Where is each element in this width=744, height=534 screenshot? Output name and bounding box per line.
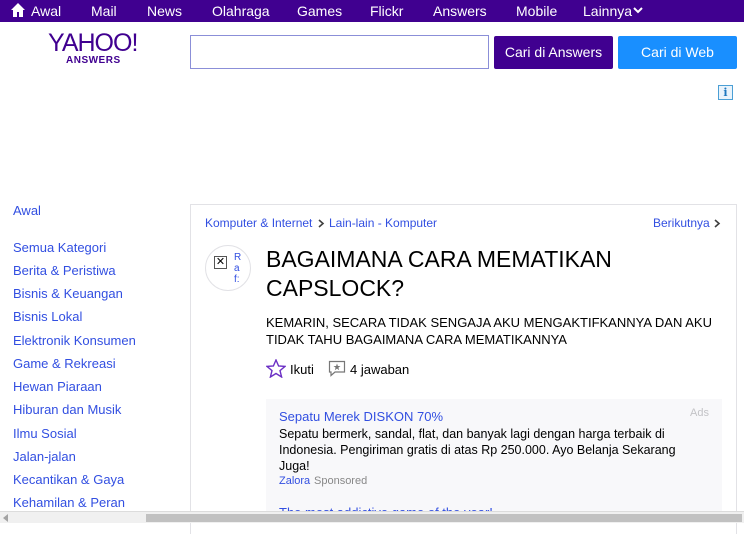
nav-item-answers[interactable]: Answers [433, 3, 487, 19]
asker-avatar[interactable]: ✕ Raf: [205, 245, 251, 291]
sidebar-item-ilmu-sosial[interactable]: Ilmu Sosial [13, 426, 77, 441]
breadcrumb-category[interactable]: Komputer & Internet [205, 216, 312, 231]
star-outline-icon [266, 359, 286, 378]
ad-source-link[interactable]: Zalora [279, 475, 310, 487]
follow-label: Ikuti [290, 362, 314, 377]
nav-item-flickr[interactable]: Flickr [370, 3, 403, 19]
sidebar-item-kecantikan[interactable]: Kecantikan & Gaya [13, 472, 124, 487]
sidebar-item-hiburan[interactable]: Hiburan dan Musik [13, 402, 121, 417]
sidebar-item-bisnis-lokal[interactable]: Bisnis Lokal [13, 309, 82, 324]
sidebar-item-berita[interactable]: Berita & Peristiwa [13, 263, 116, 278]
scrollbar-thumb[interactable] [146, 514, 742, 522]
avatar-alt-text: Raf: [234, 252, 242, 285]
home-icon [11, 3, 25, 17]
horizontal-scrollbar[interactable] [0, 511, 744, 523]
nav-item-games[interactable]: Games [297, 3, 342, 19]
ad-title-link[interactable]: Sepatu Merek DISKON 70% [279, 409, 443, 424]
answers-count-label: 4 jawaban [350, 362, 410, 377]
search-answers-button[interactable]: Cari di Answers [494, 36, 613, 69]
ads-label: Ads [690, 407, 709, 419]
answer-bubble-icon [328, 360, 346, 377]
next-question-link[interactable]: Berikutnya [653, 216, 710, 231]
logo-text: YAHOO! [48, 29, 138, 57]
nav-item-mail[interactable]: Mail [91, 3, 117, 19]
question-body: KEMARIN, SECARA TIDAK SENGAJA AKU MENGAK… [266, 315, 712, 347]
logo-subtext: ANSWERS [66, 55, 121, 66]
chevron-right-icon [714, 219, 721, 228]
ad-body-text: Sepatu bermerk, sandal, flat, dan banyak… [279, 427, 676, 473]
breadcrumb-subcategory[interactable]: Lain-lain - Komputer [329, 216, 437, 231]
sponsored-ad: Sepatu Merek DISKON 70% Ads Sepatu berme… [266, 399, 722, 523]
question-title: BAGAIMANA CARA MEMATIKAN CAPSLOCK? [266, 246, 612, 301]
sidebar-item-jalan-jalan[interactable]: Jalan-jalan [13, 449, 76, 464]
yahoo-answers-logo[interactable]: YAHOO! ANSWERS [48, 31, 140, 67]
sidebar-item-elektronik[interactable]: Elektronik Konsumen [13, 333, 136, 348]
chevron-down-icon [633, 7, 643, 14]
sidebar-item-hewan[interactable]: Hewan Piaraan [13, 379, 102, 394]
sidebar-item-home[interactable]: Awal [13, 203, 41, 218]
sidebar-item-game[interactable]: Game & Rekreasi [13, 356, 116, 371]
nav-item-label: Awal [31, 3, 62, 19]
top-navigation-bar: Awal Mail News Olahraga Games Flickr Ans… [0, 0, 744, 22]
sidebar-item-kehamilan[interactable]: Kehamilan & Peran [13, 495, 125, 510]
chevron-right-icon [318, 219, 325, 228]
ad-info-icon[interactable]: i [718, 85, 733, 100]
search-input[interactable] [190, 35, 489, 69]
nav-item-lainnya[interactable]: Lainnya [583, 3, 643, 19]
sidebar-item-semua-kategori[interactable]: Semua Kategori [13, 240, 106, 255]
nav-item-label: Lainnya [583, 3, 633, 19]
nav-item-news[interactable]: News [147, 3, 182, 19]
scroll-left-icon[interactable] [3, 514, 8, 522]
broken-image-icon: ✕ [214, 256, 227, 269]
sidebar-item-bisnis-keuangan[interactable]: Bisnis & Keuangan [13, 286, 123, 301]
ad-sponsored-label: Sponsored [314, 475, 368, 487]
nav-item-mobile[interactable]: Mobile [516, 3, 557, 19]
nav-item-olahraga[interactable]: Olahraga [212, 3, 270, 19]
search-web-button[interactable]: Cari di Web [618, 36, 737, 69]
